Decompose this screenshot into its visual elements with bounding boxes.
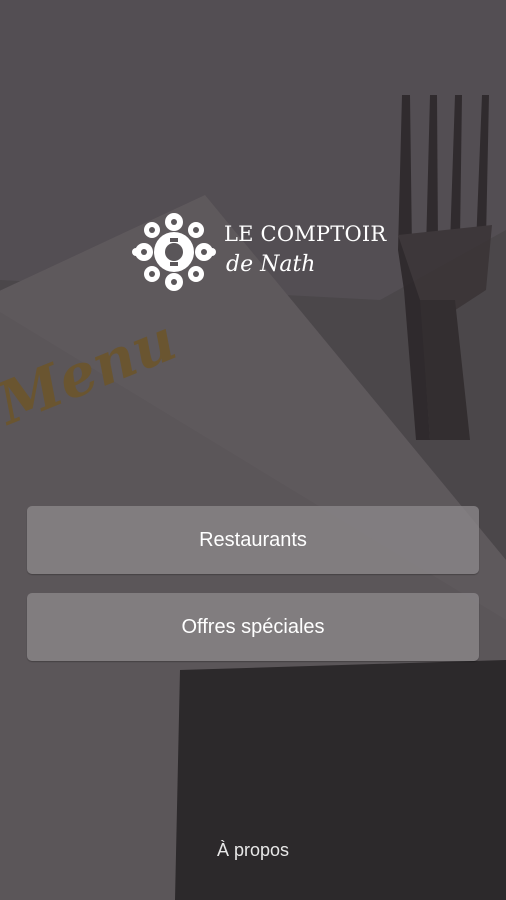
brand-logo: LE COMPTOIR de Nath <box>132 212 386 294</box>
lace-flower-icon <box>132 213 216 291</box>
brand-name: LE COMPTOIR <box>224 222 387 246</box>
napkin <box>175 660 506 900</box>
about-link[interactable]: À propos <box>0 840 506 861</box>
brand-subtitle: de Nath <box>226 252 316 277</box>
background-photo: Menu <box>0 0 506 900</box>
special-offers-button[interactable]: Offres spéciales <box>27 593 479 661</box>
app-screen: Menu LE COMPTOIR de Nath Restaurants Off… <box>0 0 506 900</box>
restaurants-button[interactable]: Restaurants <box>27 506 479 574</box>
